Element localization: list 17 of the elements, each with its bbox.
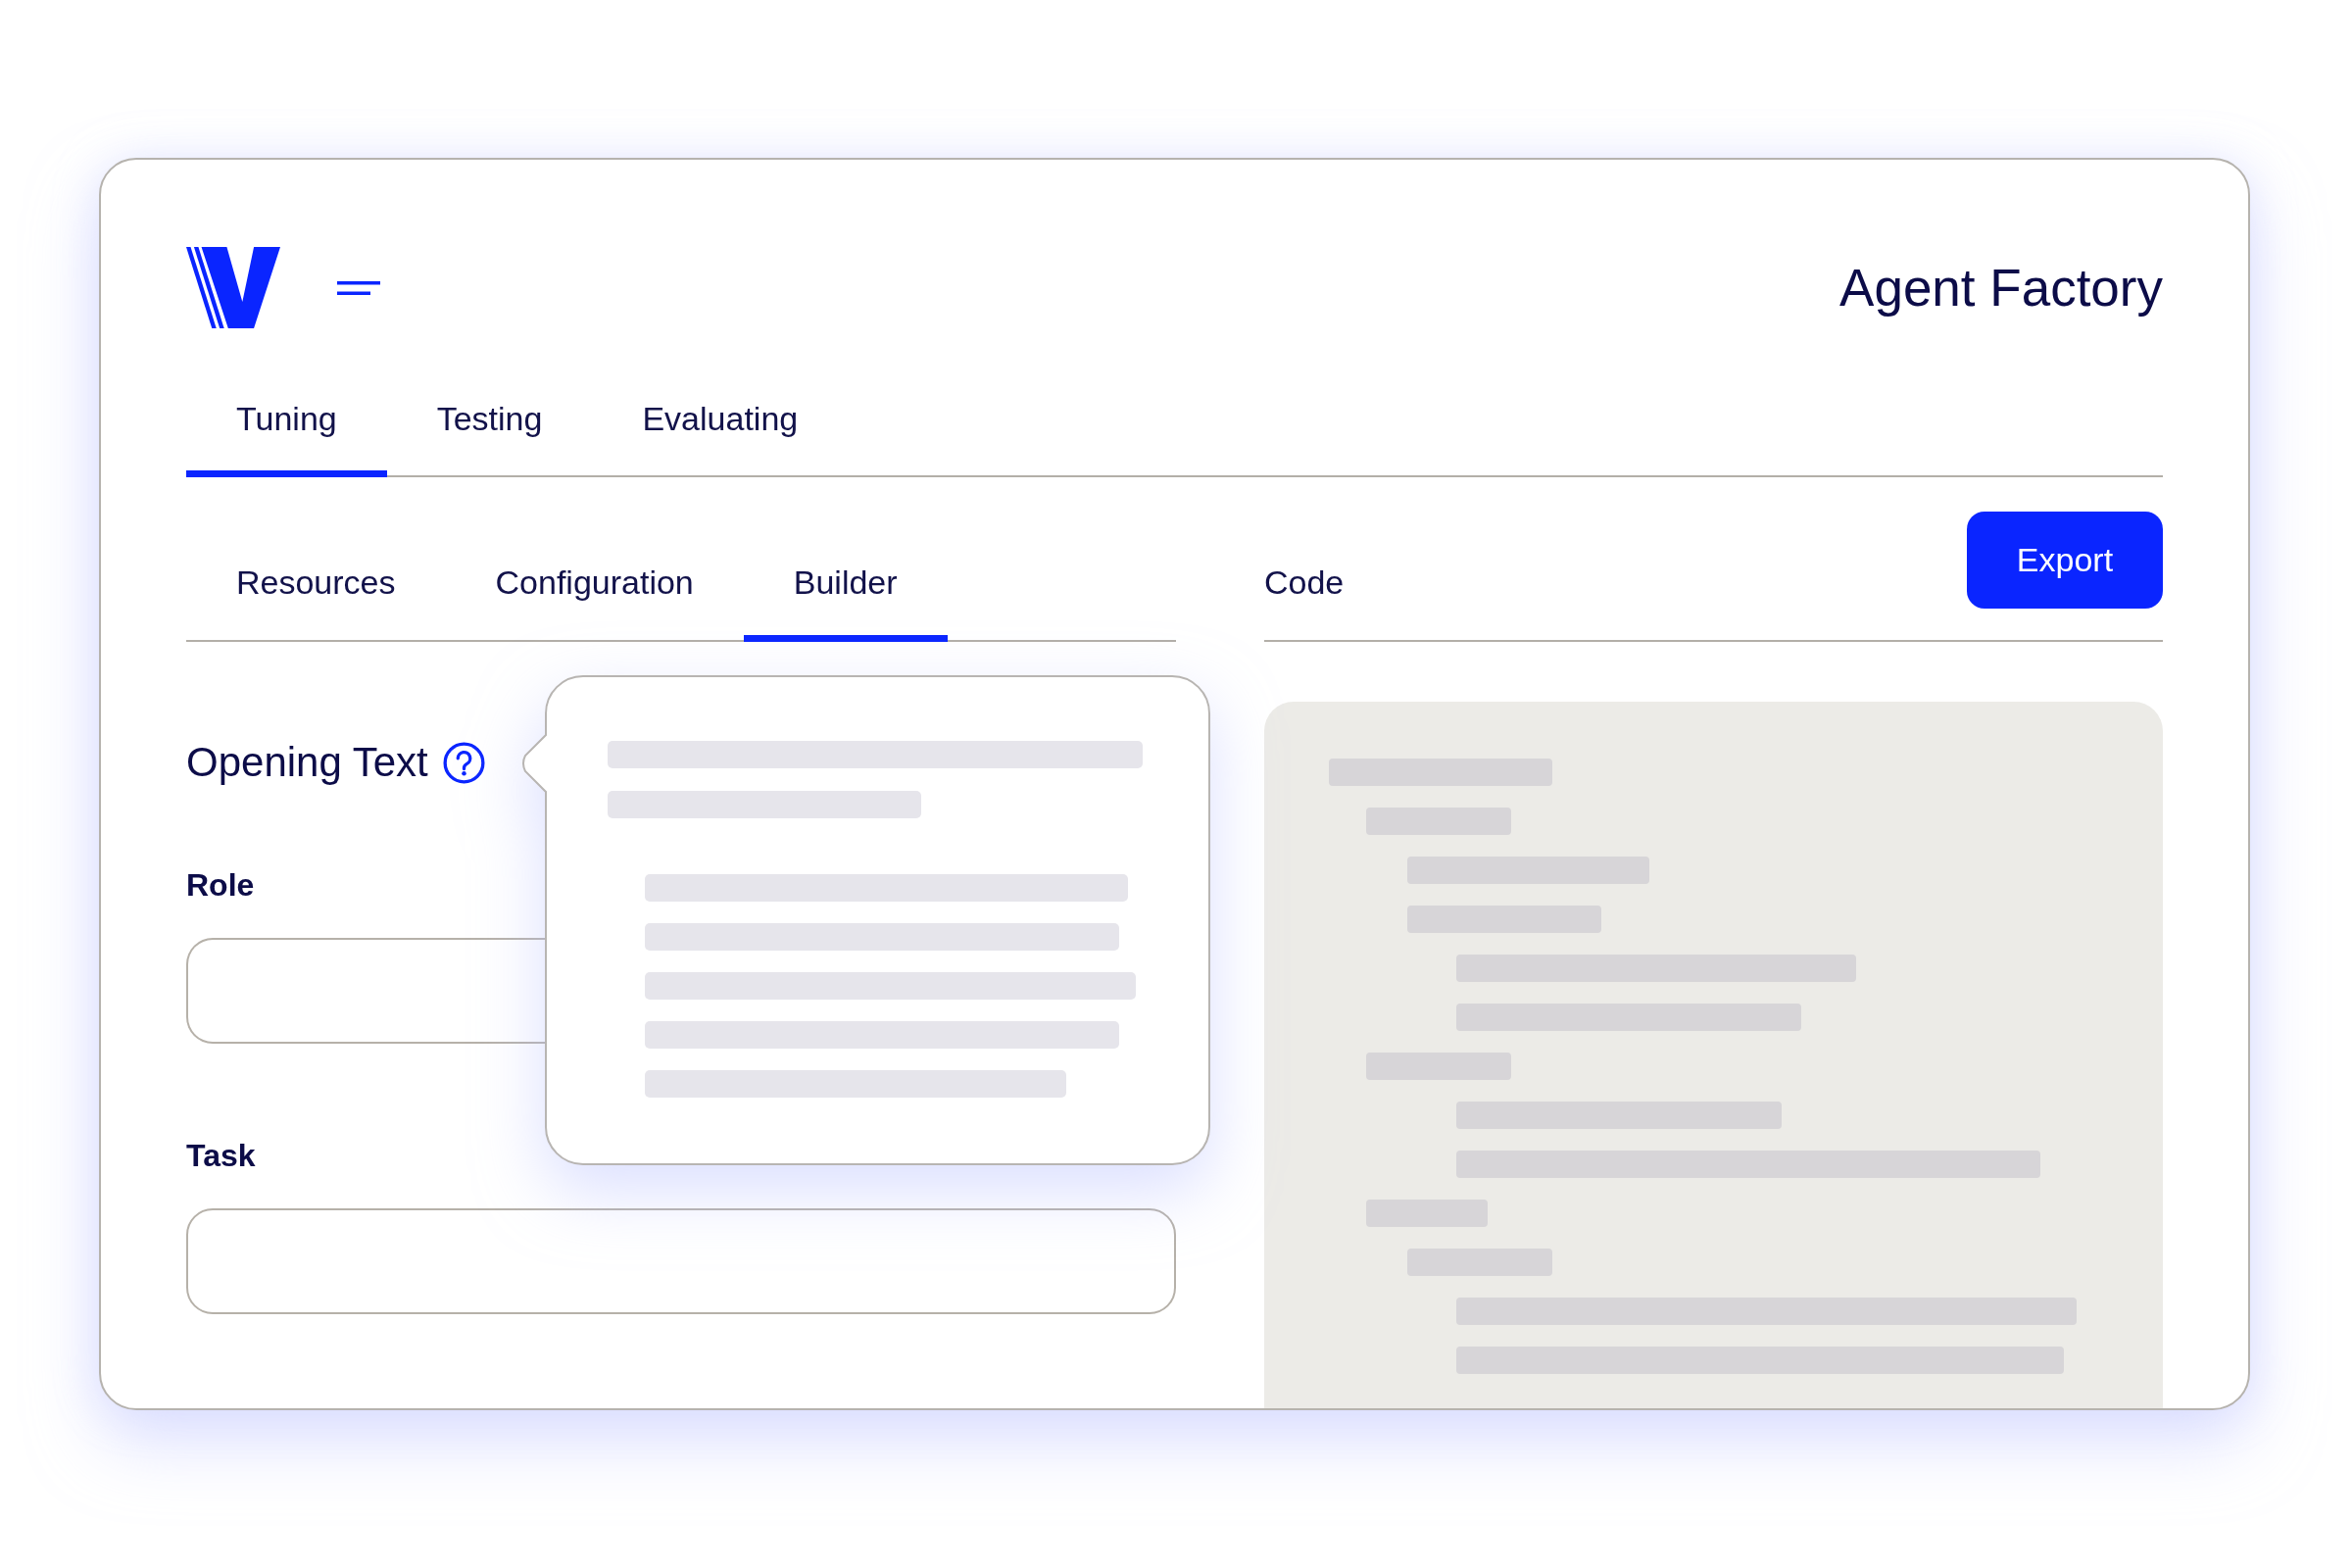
menu-icon[interactable] xyxy=(337,280,380,295)
app-title: Agent Factory xyxy=(1839,257,2163,318)
export-button[interactable]: Export xyxy=(1967,512,2163,609)
input-field[interactable] xyxy=(186,1208,1176,1314)
logo-icon xyxy=(186,247,280,328)
field-label: Task xyxy=(186,1137,256,1174)
tab[interactable]: Tuning xyxy=(186,379,387,477)
field-label: Role xyxy=(186,866,255,904)
tab[interactable]: Configuration xyxy=(445,543,744,642)
help-icon[interactable] xyxy=(442,741,485,784)
tab[interactable]: Evaluating xyxy=(592,379,849,477)
tab[interactable]: Resources xyxy=(186,543,446,642)
input-field[interactable] xyxy=(186,938,547,1044)
panel-title: Code xyxy=(1264,563,1345,603)
tab[interactable]: Testing xyxy=(386,379,593,477)
section-heading: Opening Text xyxy=(186,738,428,787)
tab[interactable]: Builder xyxy=(743,543,948,642)
